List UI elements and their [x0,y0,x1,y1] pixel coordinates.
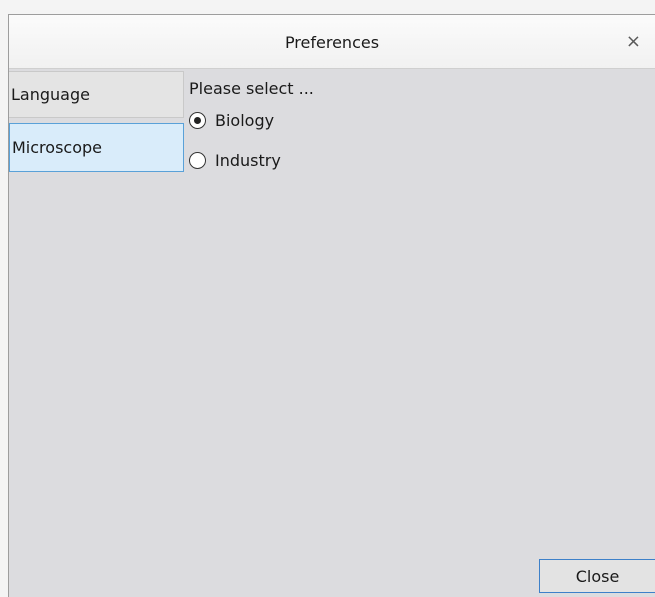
radio-checked-icon[interactable] [189,112,206,129]
panel-heading: Please select ... [189,79,314,98]
radio-biology[interactable]: Biology [189,111,274,130]
close-button[interactable]: Close [539,559,655,593]
sidebar-item-label: Language [11,85,90,104]
sidebar-item-microscope[interactable]: Microscope [9,123,184,172]
window-title: Preferences [284,33,380,52]
radio-label: Industry [215,151,281,170]
sidebar-item-language[interactable]: Language [9,71,184,118]
preferences-window: Preferences × Language Microscope Please… [8,14,655,597]
close-icon[interactable]: × [626,31,641,52]
title-bar: Preferences × [9,15,655,69]
radio-label: Biology [215,111,275,130]
radio-unchecked-icon[interactable] [189,152,206,169]
sidebar-item-label: Microscope [12,138,102,157]
radio-industry[interactable]: Industry [189,151,281,170]
